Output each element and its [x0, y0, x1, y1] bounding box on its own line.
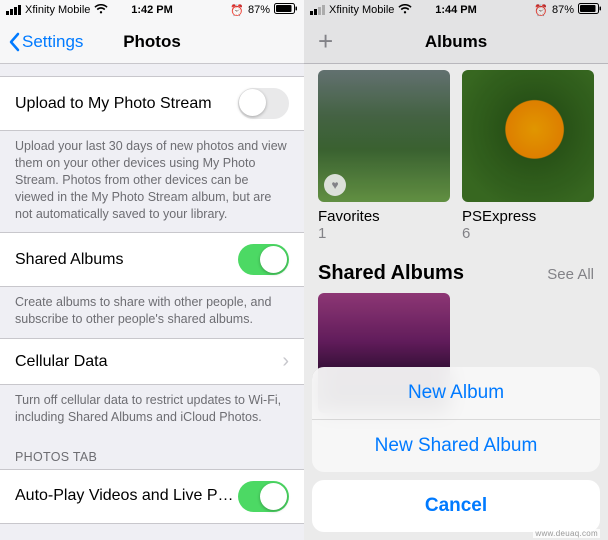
back-button[interactable]: Settings [8, 32, 83, 52]
watermark: www.deuaq.com [533, 529, 600, 538]
row-label: Auto-Play Videos and Live P… [15, 487, 238, 505]
new-shared-album-button[interactable]: New Shared Album [312, 420, 600, 472]
clock: 1:42 PM [0, 4, 304, 16]
chevron-right-icon: › [282, 350, 289, 373]
autoplay-row[interactable]: Auto-Play Videos and Live P… [0, 469, 304, 524]
shared-albums-footer: Create albums to share with other people… [0, 287, 304, 338]
cellular-data-row[interactable]: Cellular Data › [0, 338, 304, 385]
row-label: Shared Albums [15, 251, 238, 269]
action-sheet: New Album New Shared Album Cancel [312, 367, 600, 532]
nav-bar: Settings Photos [0, 20, 304, 64]
back-label: Settings [22, 32, 83, 52]
row-label: Upload to My Photo Stream [15, 95, 238, 113]
autoplay-toggle[interactable] [238, 481, 289, 512]
upload-photo-stream-toggle[interactable] [238, 88, 289, 119]
albums-screen: Xfinity Mobile 1:44 PM ⏰ 87% + Albums ♥ [304, 0, 608, 540]
nav-title: Photos [123, 32, 181, 52]
shared-albums-toggle[interactable] [238, 244, 289, 275]
shared-albums-row[interactable]: Shared Albums [0, 232, 304, 287]
chevron-left-icon [8, 32, 20, 52]
cancel-button[interactable]: Cancel [312, 480, 600, 532]
cellular-footer: Turn off cellular data to restrict updat… [0, 385, 304, 436]
new-album-button[interactable]: New Album [312, 367, 600, 420]
row-label: Cellular Data [15, 353, 282, 371]
photos-tab-header: PHOTOS TAB [0, 436, 304, 469]
upload-photo-stream-row[interactable]: Upload to My Photo Stream [0, 76, 304, 131]
upload-photo-stream-footer: Upload your last 30 days of new photos a… [0, 131, 304, 232]
memories-header: MEMORIES [0, 524, 304, 540]
status-bar: Xfinity Mobile 1:42 PM ⏰ 87% [0, 0, 304, 20]
settings-photos-screen: Xfinity Mobile 1:42 PM ⏰ 87% Settings Ph… [0, 0, 304, 540]
